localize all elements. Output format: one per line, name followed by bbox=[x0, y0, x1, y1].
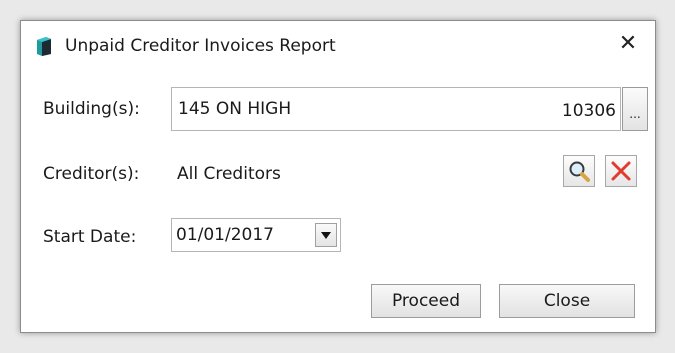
creditor-value: All Creditors bbox=[177, 164, 281, 184]
building-code: 10306 bbox=[561, 101, 616, 121]
start-date-picker[interactable]: 01/01/2017 bbox=[171, 218, 341, 252]
proceed-button[interactable]: Proceed bbox=[371, 284, 481, 318]
building-name: 145 ON HIGH bbox=[178, 99, 292, 119]
chevron-down-icon bbox=[321, 232, 331, 239]
building-browse-button[interactable]: ... bbox=[622, 87, 648, 131]
magnifier-icon bbox=[567, 159, 591, 187]
building-label: Building(s): bbox=[43, 99, 140, 119]
start-date-value: 01/01/2017 bbox=[176, 225, 274, 245]
creditor-label: Creditor(s): bbox=[43, 164, 140, 184]
date-dropdown-button[interactable] bbox=[315, 223, 337, 247]
building-field[interactable]: 145 ON HIGH 10306 bbox=[171, 87, 621, 131]
dialog-title: Unpaid Creditor Invoices Report bbox=[65, 36, 336, 56]
red-x-icon bbox=[610, 160, 632, 186]
start-date-label: Start Date: bbox=[43, 227, 137, 247]
report-database-icon bbox=[35, 36, 53, 56]
close-icon[interactable]: ✕ bbox=[617, 33, 639, 55]
close-button[interactable]: Close bbox=[499, 284, 635, 318]
report-dialog: Unpaid Creditor Invoices Report ✕ Buildi… bbox=[20, 20, 656, 333]
creditor-clear-button[interactable] bbox=[605, 155, 637, 187]
screen-background: Unpaid Creditor Invoices Report ✕ Buildi… bbox=[0, 0, 675, 353]
title-bar: Unpaid Creditor Invoices Report ✕ bbox=[21, 21, 655, 73]
creditor-search-button[interactable] bbox=[563, 155, 595, 187]
